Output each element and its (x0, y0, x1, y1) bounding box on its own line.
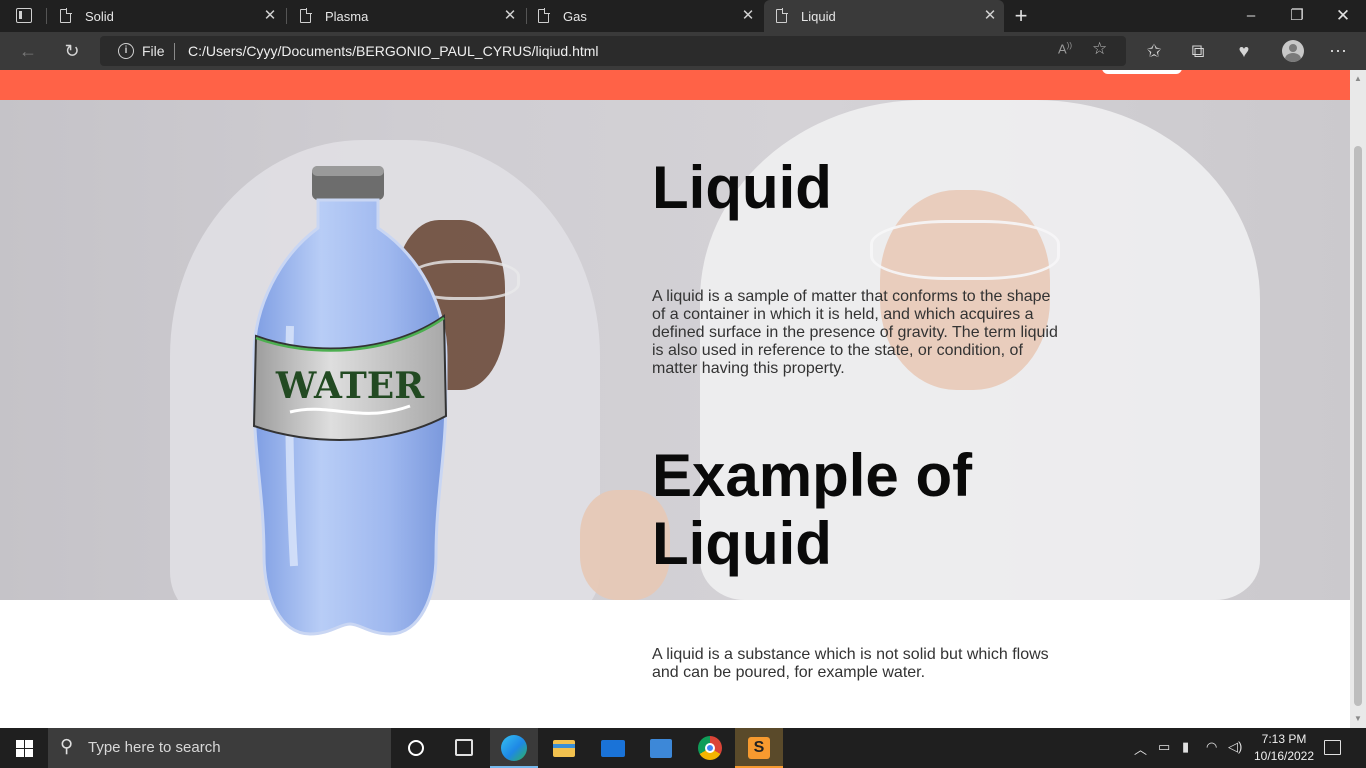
close-icon[interactable]: ✕ (740, 8, 756, 24)
profile-icon[interactable] (1282, 40, 1304, 62)
tab-plasma[interactable]: Plasma ✕ (288, 0, 524, 32)
close-icon[interactable]: ✕ (982, 8, 998, 24)
taskbar-search[interactable]: ⚲ Type here to search (48, 728, 391, 768)
windows-start-icon[interactable] (16, 740, 33, 757)
header-button[interactable] (1102, 70, 1182, 74)
mail-icon[interactable] (589, 728, 637, 768)
tab-label: Gas (563, 8, 587, 24)
address-bar[interactable]: i File C:/Users/Cyyy/Documents/BERGONIO_… (100, 36, 1126, 66)
window-close-icon[interactable]: ✕ (1320, 0, 1366, 32)
clock-time: 7:13 PM (1261, 732, 1307, 746)
vertical-scrollbar[interactable]: ▲ ▼ (1350, 70, 1366, 728)
chrome-icon[interactable] (686, 728, 734, 768)
restore-icon[interactable]: ❐ (1274, 0, 1320, 32)
page-icon (60, 8, 72, 23)
example-paragraph: A liquid is a substance which is not sol… (652, 646, 1049, 681)
tab-gas[interactable]: Gas ✕ (526, 0, 762, 32)
edge-icon[interactable] (490, 728, 538, 768)
battery-icon[interactable]: ▮ (1182, 739, 1189, 755)
example-heading: Example of Liquid (652, 442, 973, 577)
tab-label: Solid (85, 8, 114, 24)
wifi-icon[interactable]: ◠ (1206, 739, 1217, 755)
page-icon (776, 8, 788, 23)
search-icon: ⚲ (60, 736, 74, 756)
tab-label: Plasma (325, 8, 369, 24)
close-icon[interactable]: ✕ (502, 8, 518, 24)
tab-solid[interactable]: Solid ✕ (48, 0, 284, 32)
water-bottle-image: WATER (250, 166, 450, 636)
chevron-up-icon[interactable]: ︿ (1134, 739, 1147, 758)
cortana-icon[interactable] (408, 740, 424, 756)
page-viewport: WATER Liquid A liquid is a sample of mat… (0, 70, 1350, 728)
tab-label: Liquid (801, 8, 836, 24)
health-icon[interactable]: ♥ (1230, 38, 1258, 64)
volume-icon[interactable]: ◁) (1228, 739, 1242, 755)
scheme-label: File (142, 43, 165, 59)
info-icon[interactable]: i (118, 43, 134, 59)
new-tab-icon[interactable]: + (998, 0, 1044, 32)
page-icon (538, 8, 550, 23)
url-text[interactable]: C:/Users/Cyyy/Documents/BERGONIO_PAUL_CY… (188, 43, 599, 59)
bottle-label-text: WATER (275, 365, 425, 407)
tab-bar: Solid ✕ Plasma ✕ Gas ✕ Liquid ✕ + – ❐ ✕ (0, 0, 1366, 32)
meet-icon[interactable]: ▭ (1158, 739, 1170, 755)
navigation-bar: ← ↻ i File C:/Users/Cyyy/Documents/BERGO… (0, 32, 1366, 70)
add-favorite-icon[interactable]: ☆ (1092, 39, 1107, 59)
scrollbar-thumb[interactable] (1354, 146, 1362, 706)
refresh-icon[interactable]: ↻ (58, 38, 86, 64)
back-icon[interactable]: ← (14, 38, 42, 64)
water-bottle-illustration: WATER (252, 166, 448, 636)
sublime-icon[interactable]: S (735, 728, 783, 768)
photos-icon[interactable] (637, 728, 685, 768)
taskbar: ⚲ Type here to search S ︿ ▭ ▮ ◠ ◁) 7:13 … (0, 728, 1366, 768)
collections-icon[interactable]: ⧉ (1184, 38, 1212, 64)
file-explorer-icon[interactable] (540, 728, 588, 768)
search-placeholder: Type here to search (88, 739, 221, 756)
task-view-icon[interactable] (455, 739, 473, 756)
tab-liquid[interactable]: Liquid ✕ (764, 0, 1004, 32)
taskbar-clock[interactable]: 7:13 PM 10/16/2022 (1248, 731, 1320, 765)
clock-date: 10/16/2022 (1253, 749, 1315, 763)
intro-paragraph: A liquid is a sample of matter that conf… (652, 288, 1058, 377)
minimize-icon[interactable]: – (1228, 0, 1274, 32)
favorites-icon[interactable]: ✩ (1140, 38, 1168, 64)
read-aloud-icon[interactable]: A)) (1058, 41, 1072, 56)
page-icon (300, 8, 312, 23)
notifications-icon[interactable] (1324, 740, 1341, 755)
tab-actions-icon[interactable] (16, 8, 32, 23)
close-icon[interactable]: ✕ (262, 8, 278, 24)
more-icon[interactable]: ⋯ (1324, 38, 1352, 64)
page-title: Liquid (652, 154, 832, 221)
header-band (0, 70, 1350, 100)
